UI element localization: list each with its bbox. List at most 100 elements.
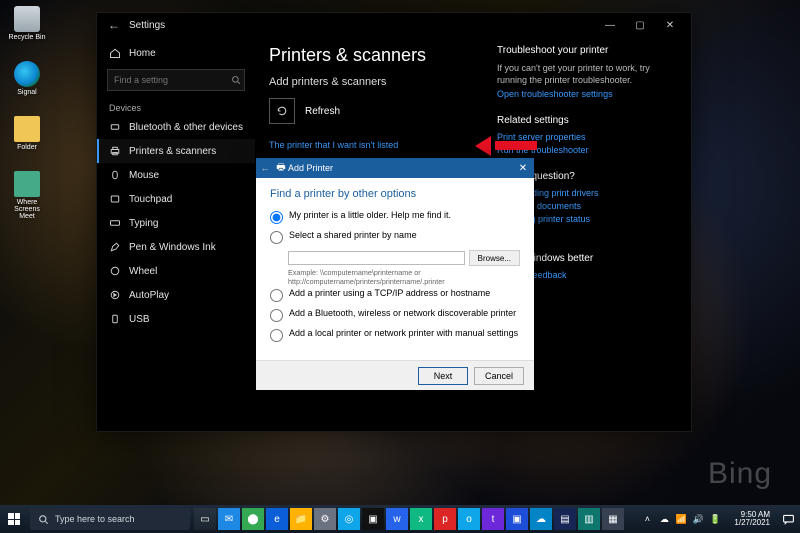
pen-icon bbox=[109, 241, 121, 253]
taskbar-app[interactable]: ⚙ bbox=[314, 508, 336, 530]
minimize-button[interactable]: — bbox=[595, 15, 625, 35]
search-icon bbox=[231, 75, 241, 85]
shared-printer-name-input[interactable] bbox=[288, 251, 465, 265]
taskbar-app[interactable]: ▤ bbox=[554, 508, 576, 530]
sidebar-item-label: Printers & scanners bbox=[129, 146, 216, 157]
taskbar-app[interactable]: 📁 bbox=[290, 508, 312, 530]
desktop-icon-label: Recycle Bin bbox=[9, 34, 46, 41]
sidebar-home[interactable]: Home bbox=[97, 41, 255, 65]
dialog-titlebar[interactable]: ← 🖶 Add Printer ✕ bbox=[256, 158, 534, 178]
sidebar-section-label: Devices bbox=[97, 97, 255, 115]
desktop-icon-folder[interactable]: Folder bbox=[6, 116, 48, 151]
taskbar-app[interactable]: ⬤ bbox=[242, 508, 264, 530]
recycle-bin-icon bbox=[14, 6, 40, 32]
taskbar-app[interactable]: ▣ bbox=[506, 508, 528, 530]
shared-printer-example: Example: \\computername\printername or h… bbox=[288, 269, 520, 286]
desktop-icon-signal[interactable]: Signal bbox=[6, 61, 48, 96]
related-link[interactable]: Print server properties bbox=[497, 132, 677, 142]
tray-volume-icon[interactable]: 🔊 bbox=[691, 512, 705, 526]
taskbar-app[interactable]: o bbox=[458, 508, 480, 530]
option-bluetooth-radio[interactable] bbox=[270, 309, 283, 322]
sidebar-item-printers[interactable]: Printers & scanners bbox=[97, 139, 255, 163]
dialog-back-icon[interactable]: ← bbox=[256, 163, 274, 173]
sidebar-item-mouse[interactable]: Mouse bbox=[97, 163, 255, 187]
dialog-title: Add Printer bbox=[288, 163, 512, 173]
option-shared-printer-radio[interactable] bbox=[270, 231, 283, 244]
sidebar-item-typing[interactable]: Typing bbox=[97, 211, 255, 235]
taskbar-app[interactable]: ▣ bbox=[362, 508, 384, 530]
option-manual-label[interactable]: Add a local printer or network printer w… bbox=[289, 328, 518, 339]
sidebar-item-label: Wheel bbox=[129, 266, 157, 277]
sidebar-home-label: Home bbox=[129, 48, 156, 59]
option-tcpip-radio[interactable] bbox=[270, 289, 283, 302]
taskbar-apps: ▭ ✉ ⬤ e 📁 ⚙ ◎ ▣ w x p o t ▣ ☁ ▤ ▥ ▦ bbox=[190, 508, 634, 530]
taskbar-clock[interactable]: 9:50 AM 1/27/2021 bbox=[728, 511, 776, 527]
refresh-icon bbox=[276, 105, 288, 117]
printer-not-listed-link[interactable]: The printer that I want isn't listed bbox=[269, 140, 479, 150]
desktop-icon-where-screens[interactable]: Where Screens Meet bbox=[6, 171, 48, 220]
taskbar-app[interactable]: ▥ bbox=[578, 508, 600, 530]
taskbar-app[interactable]: w bbox=[386, 508, 408, 530]
refresh-label: Refresh bbox=[305, 106, 340, 117]
sidebar-item-touchpad[interactable]: Touchpad bbox=[97, 187, 255, 211]
taskbar-app[interactable]: e bbox=[266, 508, 288, 530]
option-tcpip-label[interactable]: Add a printer using a TCP/IP address or … bbox=[289, 288, 490, 299]
home-icon bbox=[109, 47, 121, 59]
next-button[interactable]: Next bbox=[418, 367, 468, 385]
tray-chevron-icon[interactable]: ˄ bbox=[640, 512, 654, 526]
wheel-icon bbox=[109, 265, 121, 277]
desktop-icon-label: Signal bbox=[17, 89, 36, 96]
browse-button[interactable]: Browse... bbox=[469, 250, 520, 266]
taskbar-app[interactable]: t bbox=[482, 508, 504, 530]
taskbar-app[interactable]: ▦ bbox=[602, 508, 624, 530]
task-view-button[interactable]: ▭ bbox=[194, 508, 216, 530]
folder-icon bbox=[14, 116, 40, 142]
sidebar-item-autoplay[interactable]: AutoPlay bbox=[97, 283, 255, 307]
back-button[interactable]: ← bbox=[103, 18, 125, 32]
desktop-icon-label: Where Screens Meet bbox=[6, 199, 48, 220]
dialog-heading: Find a printer by other options bbox=[270, 188, 520, 200]
taskbar-app[interactable]: x bbox=[410, 508, 432, 530]
close-button[interactable]: ✕ bbox=[655, 15, 685, 35]
add-printer-dialog: ← 🖶 Add Printer ✕ Find a printer by othe… bbox=[256, 158, 534, 390]
troubleshoot-title: Troubleshoot your printer bbox=[497, 45, 677, 56]
page-subheading: Add printers & scanners bbox=[269, 76, 479, 88]
sidebar-item-label: Bluetooth & other devices bbox=[129, 122, 243, 133]
taskbar-app[interactable]: p bbox=[434, 508, 456, 530]
usb-icon bbox=[109, 313, 121, 325]
option-manual-radio[interactable] bbox=[270, 329, 283, 342]
sidebar-item-pen[interactable]: Pen & Windows Ink bbox=[97, 235, 255, 259]
troubleshoot-text: If you can't get your printer to work, t… bbox=[497, 62, 677, 86]
tray-onedrive-icon[interactable]: ☁ bbox=[657, 512, 671, 526]
option-older-printer-label[interactable]: My printer is a little older. Help me fi… bbox=[289, 210, 451, 221]
start-button[interactable] bbox=[0, 505, 28, 533]
tray-battery-icon[interactable]: 🔋 bbox=[708, 512, 722, 526]
windows-logo-icon bbox=[8, 513, 20, 525]
taskbar-app[interactable]: ☁ bbox=[530, 508, 552, 530]
sidebar-item-wheel[interactable]: Wheel bbox=[97, 259, 255, 283]
settings-search[interactable] bbox=[107, 69, 245, 91]
maximize-button[interactable]: ▢ bbox=[625, 15, 655, 35]
action-center-button[interactable] bbox=[776, 505, 800, 533]
taskbar-search-placeholder: Type here to search bbox=[55, 514, 135, 524]
cancel-button[interactable]: Cancel bbox=[474, 367, 524, 385]
dialog-close-button[interactable]: ✕ bbox=[512, 163, 534, 174]
keyboard-icon bbox=[109, 217, 121, 229]
settings-titlebar[interactable]: ← Settings — ▢ ✕ bbox=[97, 13, 691, 37]
taskbar-app[interactable]: ◎ bbox=[338, 508, 360, 530]
taskbar-app[interactable]: ✉ bbox=[218, 508, 240, 530]
tray-network-icon[interactable]: 📶 bbox=[674, 512, 688, 526]
option-shared-printer-label[interactable]: Select a shared printer by name bbox=[289, 230, 417, 241]
sidebar-item-bluetooth[interactable]: Bluetooth & other devices bbox=[97, 115, 255, 139]
desktop-icon-recycle-bin[interactable]: Recycle Bin bbox=[6, 6, 48, 41]
refresh-button-box[interactable] bbox=[269, 98, 295, 124]
related-link[interactable]: Run the troubleshooter bbox=[497, 145, 677, 155]
sidebar-item-usb[interactable]: USB bbox=[97, 307, 255, 331]
related-title: Related settings bbox=[497, 115, 677, 126]
sidebar-item-label: Touchpad bbox=[129, 194, 172, 205]
troubleshoot-link[interactable]: Open troubleshooter settings bbox=[497, 89, 677, 99]
taskbar-search[interactable]: Type here to search bbox=[30, 508, 190, 530]
option-bluetooth-label[interactable]: Add a Bluetooth, wireless or network dis… bbox=[289, 308, 516, 319]
option-older-printer-radio[interactable] bbox=[270, 211, 283, 224]
settings-search-input[interactable] bbox=[114, 75, 231, 85]
